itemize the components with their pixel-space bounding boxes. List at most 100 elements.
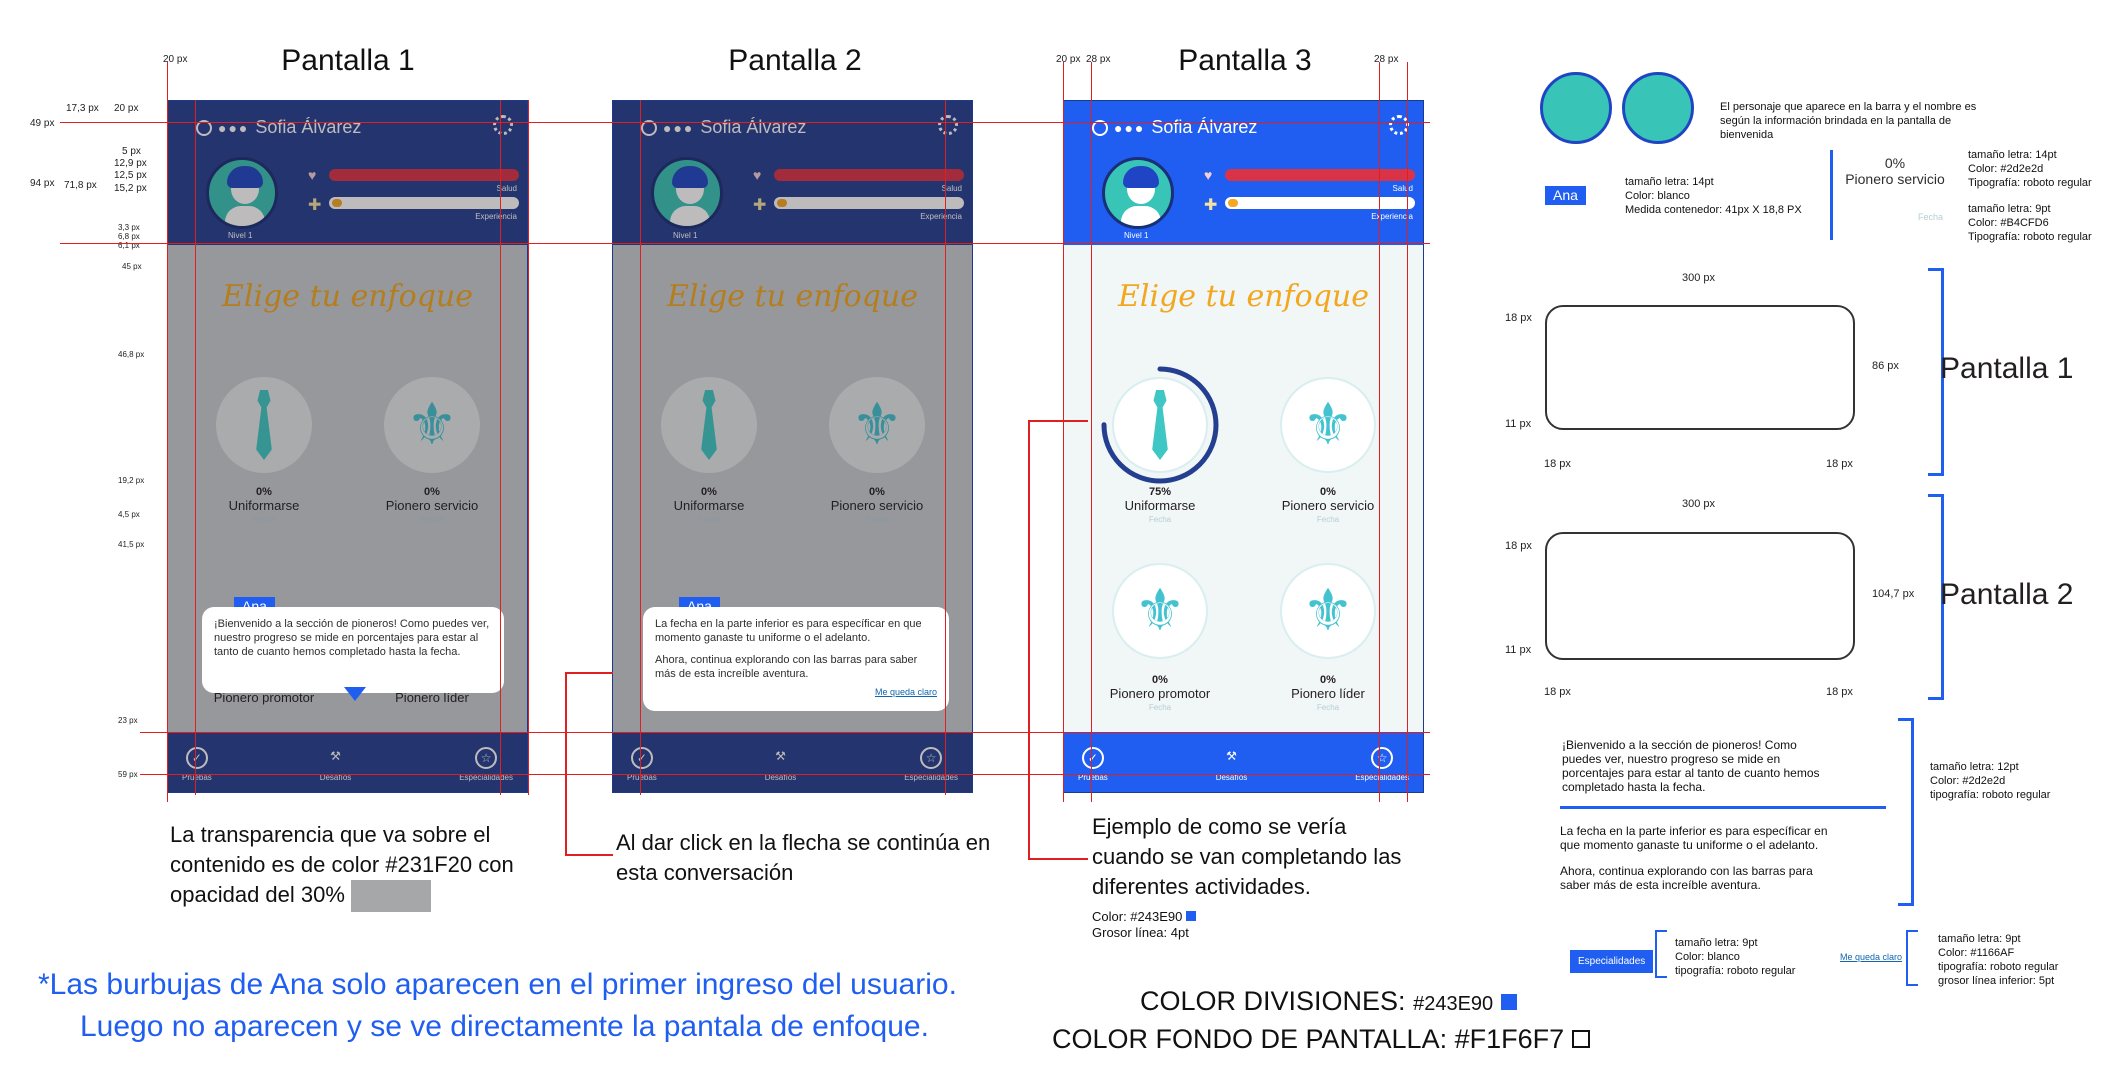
dim-label: 18 px bbox=[1505, 540, 1532, 552]
color-swatch bbox=[1185, 911, 1196, 921]
axe-icon: ⚒ bbox=[1226, 749, 1237, 763]
dim-label: 300 px bbox=[1682, 272, 1716, 284]
page-title: Elige tu enfoque bbox=[1117, 279, 1369, 314]
card-title-sample: 0% Pionero servicio bbox=[1845, 155, 1945, 187]
user-name: Sofia Álvarez bbox=[1151, 117, 1258, 137]
dim-label: 86 px bbox=[1872, 360, 1899, 372]
especialidades-button-sample: Especialidades bbox=[1570, 950, 1654, 973]
esp-spec: tamaño letra: 9pt Color: blanco tipografía… bbox=[1675, 937, 1796, 977]
guide-line bbox=[167, 62, 168, 802]
card-label: 0% Pionero servicio Fecha bbox=[1281, 486, 1375, 524]
footnote: *Las burbujas de Ana solo aparecen en el… bbox=[38, 968, 957, 1001]
link-spec: tamaño letra: 9pt Color: #1166AF tipografí… bbox=[1938, 933, 2059, 987]
gear-icon[interactable] bbox=[1389, 115, 1409, 135]
bracket-left bbox=[1906, 930, 1918, 986]
guide-line bbox=[1407, 62, 1408, 802]
bubble-text-sample: La fecha en la parte inferior es para es… bbox=[1560, 824, 1828, 892]
guide-line bbox=[500, 100, 501, 795]
dim-label: 49 px bbox=[30, 118, 55, 129]
screen-title-2: Pantalla 2 bbox=[728, 44, 862, 77]
speech-bubble: ¡Bienvenido a la sección de pioneros! Co… bbox=[202, 607, 504, 693]
card-pionero-promotor[interactable]: ⚜ bbox=[1112, 563, 1208, 659]
color-fondo: COLOR FONDO DE PANTALLA: #F1F6F7 bbox=[1052, 1024, 1590, 1055]
guide-line bbox=[1379, 62, 1380, 802]
dim-label: 15,2 px bbox=[114, 183, 147, 194]
tab-especialidades[interactable]: ☆ Especialidades bbox=[1355, 747, 1409, 782]
guide-line bbox=[60, 243, 1430, 244]
dim-label: 59 px bbox=[118, 770, 138, 779]
tab-desafios[interactable]: ⚒ Desafíos bbox=[1216, 747, 1248, 782]
plus-icon: ✚ bbox=[1204, 197, 1218, 214]
dim-label: 23 px bbox=[118, 716, 138, 725]
dim-label: 28 px bbox=[1086, 54, 1111, 65]
overlay-swatch bbox=[351, 880, 432, 913]
confirm-link[interactable]: Me queda claro bbox=[655, 685, 937, 699]
phone-screen-3: ●●● Sofia Álvarez Nivel 1 ♥ ✚ Salud Exper… bbox=[1063, 100, 1424, 793]
bubble-text-sample: ¡Bienvenido a la sección de pioneros! Co… bbox=[1562, 738, 1820, 794]
star-icon: ☆ bbox=[1371, 747, 1394, 769]
dim-label: 11 px bbox=[1505, 644, 1532, 656]
link-sample: Me queda claro bbox=[1840, 952, 1903, 962]
guide-line bbox=[60, 122, 1430, 123]
note-color: Color: #243E90 bbox=[1092, 910, 1196, 924]
bottom-nav: ✓ Pruebas ⚒ Desafíos ☆ Especialidades bbox=[1064, 732, 1423, 792]
dim-label: 20 px bbox=[1056, 54, 1081, 65]
note-stroke: Grosor línea: 4pt bbox=[1092, 925, 1189, 940]
fecha-spec: tamaño letra: 9pt Color: #B4CFD6 Tipografí… bbox=[1968, 203, 2092, 243]
dim-label: 3,3 px bbox=[118, 223, 140, 232]
heart-icon: ♥ bbox=[1204, 167, 1213, 183]
level-label: Nivel 1 bbox=[1124, 231, 1149, 240]
health-label: Salud bbox=[1392, 184, 1413, 193]
avatar-girl bbox=[1540, 72, 1612, 144]
dim-label: 18 px bbox=[1826, 458, 1853, 470]
bracket bbox=[1898, 718, 1914, 906]
bubble-frame-2 bbox=[1545, 532, 1855, 660]
ana-sample: Ana bbox=[1545, 186, 1586, 205]
ana-spec: tamaño letra: 14pt Color: blanco Medida co… bbox=[1625, 176, 1802, 216]
experience-bar bbox=[1225, 197, 1415, 209]
note-transparency: La transparencia que va sobre el conteni… bbox=[170, 820, 520, 913]
rect-label: Pantalla 2 bbox=[1940, 578, 2074, 611]
dim-label: 46,8 px bbox=[118, 350, 145, 359]
fleur-pp-icon: ⚜ bbox=[1134, 578, 1186, 643]
guide-line bbox=[140, 732, 1430, 733]
user-header: ●●● Sofia Álvarez bbox=[1092, 117, 1257, 138]
rect-label: Pantalla 1 bbox=[1940, 352, 2074, 385]
guide-line bbox=[528, 100, 529, 795]
note-continue: Al dar click en la flecha se continúa en… bbox=[616, 830, 991, 885]
fleur-ps-icon: ⚜ bbox=[1302, 392, 1354, 457]
dim-label: 12,5 px bbox=[114, 170, 147, 181]
avatar-boy bbox=[1622, 72, 1694, 144]
guide-line bbox=[195, 100, 196, 795]
card-pionero-servicio[interactable]: ⚜ bbox=[1280, 377, 1376, 473]
health-bar bbox=[1225, 169, 1415, 181]
dim-label: 18 px bbox=[1505, 312, 1532, 324]
avatar bbox=[1102, 157, 1174, 229]
dim-label: 18 px bbox=[1544, 686, 1571, 698]
dim-label: 6,8 px bbox=[118, 232, 140, 241]
dim-label: 20 px bbox=[114, 103, 139, 114]
footnote: Luego no aparecen y se ve directamente l… bbox=[80, 1010, 929, 1043]
bubble-text: Ahora, continua explorando con las barra… bbox=[655, 654, 918, 680]
dim-label: 4,5 px bbox=[118, 510, 140, 519]
card-pionero-lider[interactable]: ⚜ bbox=[1280, 563, 1376, 659]
bubble-text-spec: tamaño letra: 12pt Color: #2d2e2d tipograf… bbox=[1930, 761, 2051, 801]
char-note: El personaje que aparece en la barra y e… bbox=[1720, 101, 1977, 141]
dim-label: 11 px bbox=[1505, 418, 1532, 430]
continue-arrow-icon[interactable] bbox=[344, 687, 366, 701]
guide-line bbox=[640, 100, 641, 795]
note-example: Ejemplo de como se vería cuando se van c… bbox=[1092, 814, 1402, 899]
dim-label: 19,2 px bbox=[118, 476, 145, 485]
bracket-left bbox=[1655, 930, 1667, 978]
blue-divider bbox=[1830, 150, 1833, 240]
color-swatch bbox=[1500, 994, 1517, 1010]
connector-line bbox=[1028, 420, 1088, 860]
screen-title-1: Pantalla 1 bbox=[281, 44, 415, 77]
fecha-sample: Fecha bbox=[1918, 212, 1944, 222]
dim-label: 45 px bbox=[122, 262, 142, 271]
phone-screen-2: ●●● Sofia Álvarez Nivel 1 ♥ ✚ Salud Exper… bbox=[612, 100, 973, 793]
dim-label: 18 px bbox=[1544, 458, 1571, 470]
guide-line bbox=[1091, 62, 1092, 802]
bubble-frame-1 bbox=[1545, 305, 1855, 430]
blue-divider bbox=[1560, 806, 1886, 809]
